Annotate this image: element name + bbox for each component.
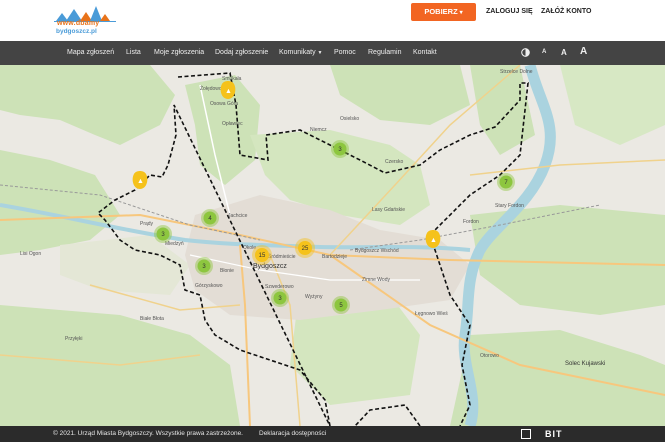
map-label-wyzyny: Wyżyny (305, 294, 323, 300)
header: www.dbamy bydgoszcz.pl POBIERZ ▾ ZALOGUJ … (0, 0, 665, 41)
map-label-bartodzieje: Bartodzieje (322, 254, 347, 260)
caret-down-icon: ▾ (459, 10, 463, 16)
map-label-srodmiescie: Śródmieście (268, 252, 296, 260)
nav-terms[interactable]: Regulamin (368, 49, 401, 56)
cluster-marker[interactable]: 5 (332, 296, 350, 314)
cluster-marker[interactable]: 3 (154, 225, 172, 243)
map-label-gorzyskowo: Górzyskowo (195, 283, 223, 289)
map-label-strzelce-dolne: Strzelce Dolne (500, 69, 533, 75)
cluster-marker[interactable]: 15 (252, 245, 272, 265)
footer-copyright: © 2021. Urząd Miasta Bydgoszczy. Wszystk… (53, 430, 243, 437)
nav-my-reports[interactable]: Moje zgłoszenia (154, 49, 204, 56)
main-navbar: Mapa zgłoszeń Lista Moje zgłoszenia Doda… (0, 41, 665, 65)
map-label-osowa-gora: Osowa Góra (210, 101, 238, 107)
download-button[interactable]: POBIERZ ▾ (411, 3, 476, 21)
map-label-zimne-wody: Zimne Wody (362, 277, 390, 283)
logo-text-main: www.dbamy (57, 20, 100, 27)
cluster-marker[interactable]: 3 (195, 257, 213, 275)
map-canvas[interactable]: Bydgoszcz Osowa Góra Miedzyń Prądy Jachc… (0, 65, 665, 426)
cluster-marker[interactable]: 3 (331, 140, 349, 158)
warning-marker[interactable]: ▲ (425, 230, 441, 248)
nav-add-report[interactable]: Dodaj zgłoszenie (215, 49, 268, 56)
cluster-marker[interactable]: 25 (295, 238, 315, 258)
accessibility-link[interactable]: Deklaracja dostępności (259, 430, 326, 437)
map-label-czersko: Czersko (385, 159, 404, 165)
map-label-bydgoszcz-wschod: Bydgoszcz Wschód (355, 248, 399, 254)
map-label-biale-blota: Białe Błota (140, 316, 164, 322)
map-label-blonie: Błonie (220, 268, 234, 274)
warning-marker[interactable]: ▲ (132, 171, 148, 189)
map-label-smukala: Smukała (222, 76, 242, 82)
logo-text-domain: bydgoszcz.pl (56, 28, 97, 35)
alert-icon: ▲ (137, 178, 144, 185)
map-label-jachcice: Jachcice (228, 213, 248, 219)
contrast-icon[interactable] (521, 48, 530, 57)
university-logo-icon (521, 429, 531, 439)
map-label-fordon: Fordon (463, 219, 479, 225)
logo[interactable]: www.dbamy bydgoszcz.pl (54, 3, 116, 37)
map-view[interactable]: Bydgoszcz Osowa Góra Miedzyń Prądy Jachc… (0, 65, 665, 426)
nav-map[interactable]: Mapa zgłoszeń (67, 49, 114, 56)
cluster-count: 25 (302, 246, 309, 252)
map-label-prady: Prądy (140, 221, 154, 227)
cluster-marker[interactable]: 4 (201, 209, 219, 227)
nav-help[interactable]: Pomoc (334, 49, 356, 56)
map-label-legnowo-wies: Łęgnowo Wieś (415, 311, 448, 317)
alert-icon: ▲ (225, 88, 232, 95)
map-label-zoledowo: Żołędowo (200, 85, 222, 92)
cluster-marker[interactable]: 7 (497, 173, 515, 191)
download-label: POBIERZ (424, 7, 458, 16)
map-label-przyleki: Przyłęki (65, 336, 83, 342)
caret-down-icon: ▼ (317, 50, 323, 56)
cluster-marker[interactable]: 3 (271, 289, 289, 307)
font-size-large-button[interactable]: A (580, 46, 587, 57)
login-link[interactable]: ZALOGUJ SIĘ (486, 8, 533, 15)
map-label-otorowo: Otorowo (480, 353, 499, 359)
nav-announcements[interactable]: Komunikaty ▼ (279, 49, 322, 56)
nav-announcements-label: Komunikaty (279, 49, 316, 56)
map-label-niemcz: Niemcz (310, 127, 327, 133)
map-label-miedzyn: Miedzyń (165, 241, 184, 247)
alert-icon: ▲ (430, 237, 437, 244)
map-label-oplawiec: Opławiec (222, 121, 243, 127)
register-link[interactable]: ZAŁÓŻ KONTO (541, 8, 591, 15)
map-label-solec-kujawski: Solec Kujawski (565, 361, 605, 367)
warning-marker[interactable]: ▲ (220, 81, 236, 99)
font-size-small-button[interactable]: A (542, 49, 546, 55)
nav-contact[interactable]: Kontakt (413, 49, 437, 56)
nav-list[interactable]: Lista (126, 49, 141, 56)
map-label-lasy-gdanskie: Lasy Gdańskie (372, 207, 405, 213)
map-label-osielsko: Osielsko (340, 116, 359, 122)
map-label-stary-fordon: Stary Fordon (495, 203, 524, 209)
map-label-lisi-ogon: Lisi Ogon (20, 251, 41, 257)
cluster-count: 15 (259, 253, 266, 259)
bit-logo[interactable]: BIT (545, 429, 563, 439)
font-size-medium-button[interactable]: A (561, 48, 567, 57)
footer: © 2021. Urząd Miasta Bydgoszczy. Wszystk… (0, 426, 665, 442)
